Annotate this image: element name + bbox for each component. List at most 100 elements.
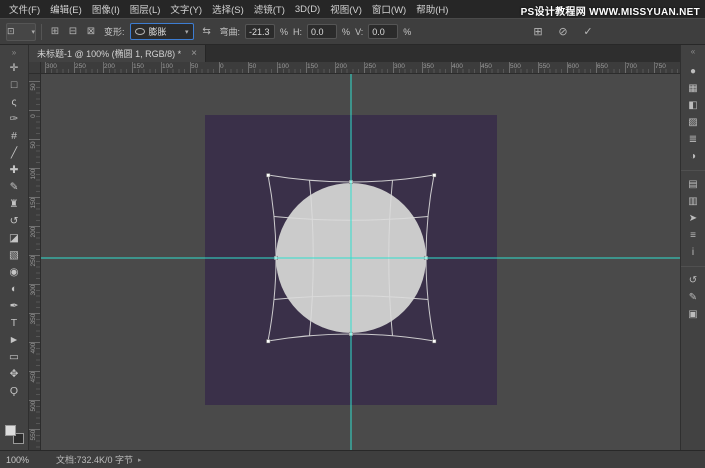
rectangular-marquee-tool[interactable]: □ [0,76,28,93]
menu-3d[interactable]: 3D(D) [290,2,325,17]
menu-image[interactable]: 图像(I) [87,0,125,18]
properties-panel-icon[interactable]: ≡ [684,227,702,243]
close-icon[interactable]: × [191,48,197,59]
lasso-tool[interactable]: ς [0,93,28,110]
menu-file[interactable]: 文件(F) [4,0,45,18]
paths-panel-icon[interactable]: ➤ [684,210,702,226]
cancel-transform-icon[interactable]: ⊘ [555,24,571,40]
separator [41,24,42,40]
v-input[interactable] [368,24,398,39]
brushes-panel-icon[interactable]: ✎ [684,289,702,305]
ruler-top-label: 250 [75,63,86,70]
document-tab[interactable]: 未标题-1 @ 100% (椭圆 1, RGB/8) * × [29,45,206,62]
gradient-tool[interactable]: ▧ [0,246,28,263]
warp-style-dropdown[interactable]: 膨胀 ▾ [130,23,194,40]
ruler-top-label: 400 [452,63,463,70]
h-unit: % [342,27,350,37]
color-panel-icon[interactable]: ● [684,63,702,79]
patterns-panel-icon[interactable]: ▨ [684,114,702,130]
libraries-panel-icon[interactable]: ≣ [684,131,702,147]
free-transform-toggle-icon[interactable]: ⊞ [530,24,546,40]
menu-view[interactable]: 视图(V) [325,0,367,18]
menu-edit[interactable]: 编辑(E) [45,0,87,18]
ruler-top-label: 200 [336,63,347,70]
bend-unit: % [280,27,288,37]
spot-healing-brush-tool[interactable]: ✚ [0,161,28,178]
warp-anchor[interactable] [267,174,271,178]
pen-tool[interactable]: ✒ [0,297,28,314]
menu-help[interactable]: 帮助(H) [411,0,453,18]
panel-icon-group: ●▦◧▨≣◑ [681,63,705,164]
brush-tool[interactable]: ✎ [0,178,28,195]
history-panel-icon[interactable]: ↺ [684,272,702,288]
clone-stamp-tool[interactable]: ♜ [0,195,28,212]
blur-tool[interactable]: ◉ [0,263,28,280]
ruler-left[interactable]: 50050100150200250300350400450500550 [29,74,41,450]
ruler-top-label: 350 [423,63,434,70]
warp-style-value: 膨胀 [149,25,167,38]
zoom-tool[interactable]: Ϙ [0,382,28,399]
channels-panel-icon[interactable]: ▥ [684,193,702,209]
document-tab-title: 未标题-1 @ 100% (椭圆 1, RGB/8) * [37,47,181,60]
ruler-top-label: 650 [597,63,608,70]
commit-transform-icon[interactable]: ✓ [580,24,596,40]
zoom-level-field[interactable]: 100% [6,455,44,465]
ruler-top[interactable]: 3002502001501005005010015020025030035040… [41,62,680,74]
ruler-left-label: 200 [30,226,40,238]
warp-anchor[interactable] [433,174,437,178]
ruler-top-label: 700 [626,63,637,70]
swatches-panel-icon[interactable]: ▦ [684,80,702,96]
warp-orientation-icon[interactable]: ⇆ [199,24,215,40]
split-warp-vertically-icon[interactable]: ⊟ [65,24,81,40]
options-bar: ⊡ ▾ ⊞⊟⊠ 变形: 膨胀 ▾ ⇆ 弯曲: % H: % V: % ⊞ ⊘ ✓ [0,18,705,45]
ruler-top-label: 300 [46,63,57,70]
dodge-tool[interactable]: ◐ [0,280,28,297]
ruler-left-label: 350 [30,313,40,325]
clone-source-panel-icon[interactable]: ▣ [684,306,702,322]
tool-preset-icon: ⊡ [7,26,15,37]
warp-anchor[interactable] [433,340,437,344]
split-warp-crosswise-icon[interactable]: ⊞ [47,24,63,40]
ruler-left-label: 50 [30,139,40,151]
rectangle-tool[interactable]: ▭ [0,348,28,365]
eraser-tool[interactable]: ◪ [0,229,28,246]
crop-tool[interactable]: # [0,127,28,144]
menu-type[interactable]: 文字(Y) [165,0,207,18]
panel-collapse-icon[interactable]: « [691,47,695,59]
ruler-top-label: 0 [220,63,224,70]
canvas[interactable] [41,74,680,450]
document-tab-bar: 未标题-1 @ 100% (椭圆 1, RGB/8) * × [29,45,680,62]
ruler-left-label: 300 [30,284,40,296]
toolbar-overflow-icon[interactable]: » [0,45,28,59]
split-warp-horizontally-icon[interactable]: ⊠ [83,24,99,40]
menu-filter[interactable]: 滤镜(T) [249,0,290,18]
h-input[interactable] [307,24,337,39]
eyedropper-tool[interactable]: ╱ [0,144,28,161]
status-popup-arrow-icon[interactable]: ▸ [138,456,142,464]
history-brush-tool[interactable]: ↺ [0,212,28,229]
info-panel-icon[interactable]: i [684,244,702,260]
ruler-left-label: 50 [30,81,40,93]
document-info-text: 文档:732.4K/0 字节 [56,453,133,466]
ruler-top-label: 250 [365,63,376,70]
menu-select[interactable]: 选择(S) [207,0,249,18]
ruler-left-label: 0 [30,110,40,122]
gradients-panel-icon[interactable]: ◧ [684,97,702,113]
move-tool[interactable]: ✛ [0,59,28,76]
warp-anchor[interactable] [267,340,271,344]
adjustments-panel-icon[interactable]: ◑ [684,148,702,164]
menu-window[interactable]: 窗口(W) [367,0,411,18]
bend-input[interactable] [245,24,275,39]
split-warp-group: ⊞⊟⊠ [47,24,99,40]
quick-selection-tool[interactable]: ✑ [0,110,28,127]
path-selection-tool[interactable]: ► [0,331,28,348]
foreground-color-swatch[interactable] [5,425,16,436]
hand-tool[interactable]: ✥ [0,365,28,382]
tool-preset-picker[interactable]: ⊡ ▾ [6,23,36,41]
ruler-corner[interactable] [29,62,41,74]
status-bar: 100% 文档:732.4K/0 字节 ▸ [0,450,705,468]
menu-layer[interactable]: 图层(L) [125,0,166,18]
type-tool[interactable]: T [0,314,28,331]
ruler-left-label: 500 [30,400,40,412]
layers-panel-icon[interactable]: ▤ [684,176,702,192]
